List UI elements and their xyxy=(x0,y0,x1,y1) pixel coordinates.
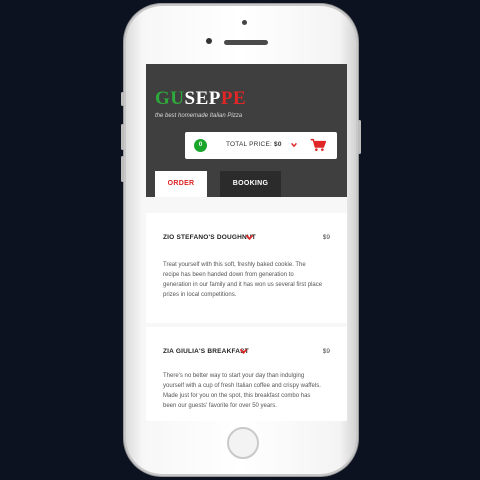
app-screen: GUSEPPE the best homemade Italian Pizza … xyxy=(146,64,347,421)
cart-icon[interactable] xyxy=(310,138,326,152)
menu-item[interactable]: ZIO STEFANO'S DOUGHNUT $9 Treat yourself… xyxy=(146,213,347,323)
cart-count-badge: 0 xyxy=(194,139,207,152)
menu-item[interactable]: ZIA GIULIA'S BREAKFAST $9 There's no bet… xyxy=(146,327,347,421)
front-camera xyxy=(206,38,212,44)
menu-item-description: Treat yourself with this soft, freshly b… xyxy=(163,262,323,298)
logo[interactable]: GUSEPPE xyxy=(155,88,246,110)
cart-summary-bar[interactable]: 0 TOTAL PRICE: $0 xyxy=(185,132,337,159)
menu-item-title: ZIA GIULIA'S BREAKFAST xyxy=(163,348,249,355)
tab-order[interactable]: ORDER xyxy=(155,171,207,197)
menu-list: ZIO STEFANO'S DOUGHNUT $9 Treat yourself… xyxy=(146,197,347,421)
home-button[interactable] xyxy=(227,427,259,459)
power-button xyxy=(358,120,361,154)
tagline: the best homemade Italian Pizza xyxy=(155,113,243,119)
mute-switch xyxy=(121,92,124,106)
volume-up-button xyxy=(121,124,124,150)
menu-item-price: $9 xyxy=(322,234,330,241)
logo-white-part: SEP xyxy=(184,88,221,109)
chevron-down-icon[interactable] xyxy=(239,348,248,355)
tab-booking[interactable]: BOOKING xyxy=(220,171,281,197)
earpiece-speaker xyxy=(224,40,268,45)
hero-header: GUSEPPE the best homemade Italian Pizza … xyxy=(146,64,347,197)
volume-down-button xyxy=(121,156,124,182)
menu-item-description: There's no better way to start your day … xyxy=(163,373,321,409)
chevron-down-icon[interactable] xyxy=(245,234,254,241)
menu-item-price: $9 xyxy=(322,348,330,355)
logo-red-part: PE xyxy=(220,88,247,109)
logo-green-part: GU xyxy=(155,88,185,109)
total-price-label: TOTAL PRICE: xyxy=(226,141,272,148)
chevron-down-icon[interactable] xyxy=(290,141,298,149)
front-sensor xyxy=(242,20,247,25)
total-price: TOTAL PRICE: $0 xyxy=(226,141,282,148)
menu-item-title: ZIO STEFANO'S DOUGHNUT xyxy=(163,234,256,241)
total-price-value: $0 xyxy=(274,141,282,148)
